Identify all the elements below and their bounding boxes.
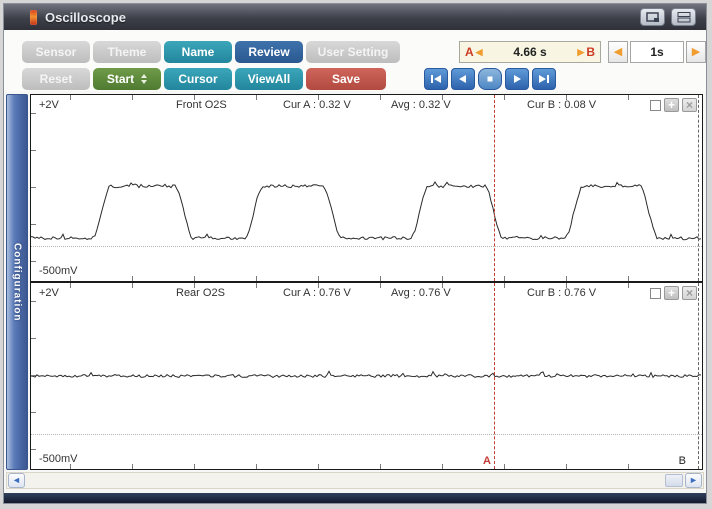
y-max-label: +2V [39,99,59,111]
play-icon [511,74,523,84]
tile-layout-icon [677,12,691,23]
restore-window-button[interactable] [640,8,665,26]
toolbar-row-1: Sensor Theme Name Review User Setting [22,41,400,63]
timebase-increase-button[interactable]: ▶ [686,41,706,63]
x-axis-ticks-top [31,283,702,288]
cursor-b-line[interactable] [698,95,699,281]
step-back-icon [457,74,469,84]
average-measurement: Avg : 0.32 V [391,99,451,111]
range-b-label: B [586,45,595,59]
cursor-a-line[interactable] [494,95,495,281]
playback-controls [424,68,556,90]
x-axis-ticks-top [31,95,702,100]
skip-to-start-icon [430,74,442,84]
user-setting-button[interactable]: User Setting [306,41,400,63]
channel-name: Front O2S [176,99,227,111]
y-max-label: +2V [39,287,59,299]
skip-to-end-icon [538,74,550,84]
start-button-label: Start [107,72,134,86]
channel-rear-o2s: +2V Rear O2S Cur A : 0.76 V Avg : 0.76 V… [30,282,703,470]
add-channel-button[interactable]: + [664,286,679,300]
configuration-label: Configuration [12,243,23,322]
y-min-label: -500mV [39,265,78,277]
title-bar: Oscilloscope [4,4,706,30]
scroll-left-button[interactable]: ◄ [8,473,25,488]
channel-select-checkbox[interactable] [650,288,661,299]
y-axis-ticks [31,95,36,281]
channel-select-checkbox[interactable] [650,100,661,111]
scroll-right-button[interactable]: ► [685,473,702,488]
skip-to-end-button[interactable] [532,68,556,90]
x-axis-ticks-bottom [31,464,702,469]
viewall-button[interactable]: ViewAll [235,68,303,90]
tile-layout-button[interactable] [671,8,696,26]
front-o2s-waveform [31,95,702,281]
play-button[interactable] [505,68,529,90]
timebase-value[interactable]: 1s [630,41,684,63]
start-spinner-icon [141,74,147,84]
timebase-decrease-button[interactable]: ◀ [608,41,628,63]
cursor-a-tag: A [483,455,491,467]
toolbar-row-2: Reset Start Cursor ViewAll Save [22,68,386,90]
close-channel-button[interactable]: × [682,98,697,112]
cursor-a-measurement: Cur A : 0.76 V [283,287,351,299]
app-icon [30,10,37,25]
close-channel-button[interactable]: × [682,286,697,300]
channel-controls: + × [650,98,697,112]
reset-button[interactable]: Reset [22,68,90,90]
save-button[interactable]: Save [306,68,386,90]
horizontal-scrollbar[interactable]: ◄ ► [6,472,704,489]
window-bottom-bar [4,493,706,503]
zero-reference-line [31,246,702,247]
cursor-a-measurement: Cur A : 0.32 V [283,99,351,111]
range-b-arrow-icon: ▶ [577,47,584,58]
step-back-button[interactable] [451,68,475,90]
sensor-button[interactable]: Sensor [22,41,90,63]
window-buttons [640,8,696,26]
cursor-button[interactable]: Cursor [164,68,232,90]
cursor-b-line[interactable] [698,283,699,469]
range-a-arrow-icon: ◀ [476,47,483,58]
scrollbar-thumb[interactable] [665,474,683,487]
channel-front-o2s: +2V Front O2S Cur A : 0.32 V Avg : 0.32 … [30,94,703,282]
channel-stack: +2V Front O2S Cur A : 0.32 V Avg : 0.32 … [30,94,703,470]
restore-window-icon [646,12,660,23]
stop-icon [484,74,496,84]
desktop: Oscilloscope Sensor [0,0,712,509]
name-button[interactable]: Name [164,41,232,63]
skip-to-start-button[interactable] [424,68,448,90]
x-axis-ticks-bottom [31,276,702,281]
review-button[interactable]: Review [235,41,303,63]
cursor-b-measurement: Cur B : 0.08 V [527,99,596,111]
cursor-b-measurement: Cur B : 0.76 V [527,287,596,299]
y-min-label: -500mV [39,453,78,465]
y-axis-ticks [31,283,36,469]
rear-o2s-waveform [31,283,702,469]
configuration-panel-tab[interactable]: Configuration [6,94,28,470]
stop-button[interactable] [478,68,502,90]
window-title: Oscilloscope [45,10,126,25]
theme-button[interactable]: Theme [93,41,161,63]
zero-reference-line [31,434,702,435]
scope-area: Configuration +2V Front O2S Cur A : 0.32… [4,91,706,471]
range-a-label: A [465,45,474,59]
cursor-b-tag: B [679,455,686,467]
cursor-a-line[interactable] [494,283,495,469]
start-button[interactable]: Start [93,68,161,90]
oscilloscope-window: Oscilloscope Sensor [3,3,707,504]
toolbar: Sensor Theme Name Review User Setting Re… [4,30,706,91]
ab-range-display[interactable]: A ◀ 4.66 s ▶ B [459,41,601,63]
add-channel-button[interactable]: + [664,98,679,112]
channel-name: Rear O2S [176,287,225,299]
channel-controls: + × [650,286,697,300]
average-measurement: Avg : 0.76 V [391,287,451,299]
ab-range-value: 4.66 s [485,45,576,59]
